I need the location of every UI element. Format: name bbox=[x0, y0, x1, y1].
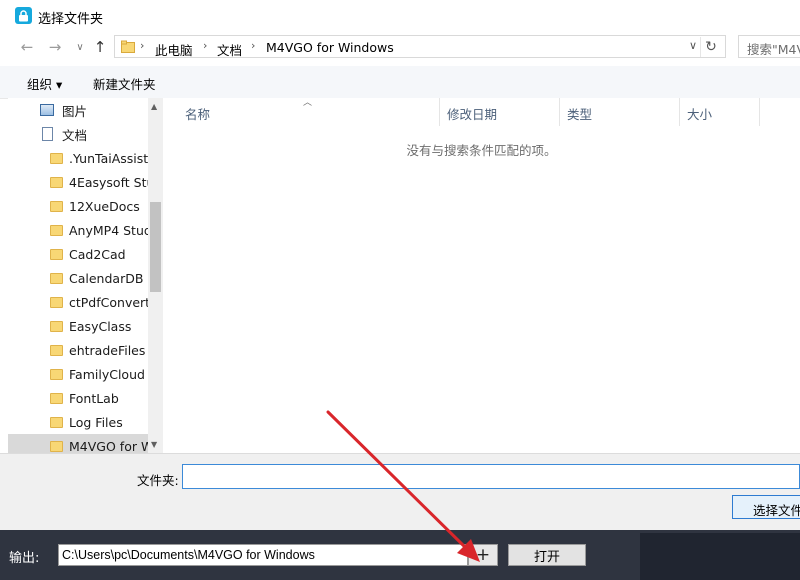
column-label: 类型 bbox=[567, 107, 593, 122]
scroll-down-icon[interactable]: ▼ bbox=[151, 440, 157, 449]
tree-item-label: .YunTaiAssist bbox=[69, 150, 148, 166]
tree-item-label: AnyMP4 Stud bbox=[69, 222, 148, 238]
tree-item-folder[interactable]: ehtradeFiles bbox=[8, 338, 148, 362]
tree-item-label: EasyClass bbox=[69, 318, 132, 334]
tree-item-folder[interactable]: Log Files bbox=[8, 410, 148, 434]
folder-icon bbox=[50, 296, 63, 308]
folder-icon bbox=[50, 440, 63, 452]
tree-item-folder[interactable]: .YunTaiAssist bbox=[8, 146, 148, 170]
breadcrumb-this-pc[interactable]: 此电脑 bbox=[155, 40, 193, 59]
tree-item-label: M4VGO for W bbox=[69, 438, 148, 454]
open-button[interactable]: 打开 bbox=[508, 544, 586, 566]
breadcrumb-separator: › bbox=[251, 39, 256, 52]
column-label: 修改日期 bbox=[447, 107, 498, 122]
tree-item-label: 12XueDocs bbox=[69, 198, 140, 214]
empty-message: 没有与搜索条件匹配的项。 bbox=[406, 143, 557, 158]
tree-item-label: ctPdfConvert bbox=[69, 294, 148, 310]
recent-dropdown-icon[interactable]: ∨ bbox=[70, 37, 90, 57]
tree-item-folder[interactable]: EasyClass bbox=[8, 314, 148, 338]
breadcrumb-separator: › bbox=[203, 39, 208, 52]
tree-item-folder[interactable]: CalendarDB bbox=[8, 266, 148, 290]
folder-icon bbox=[121, 40, 135, 57]
folder-label: 文件夹: bbox=[137, 473, 179, 488]
tree-item-label: CalendarDB bbox=[69, 270, 144, 286]
tree-scrollbar[interactable]: ▲ ▼ bbox=[148, 98, 163, 453]
tree-item-pictures[interactable]: 图片 bbox=[8, 98, 148, 122]
forward-arrow-icon[interactable]: → bbox=[45, 37, 65, 57]
navigation-bar: ← → ∨ ↑ › 此电脑 › 文档 › M4VGO for Windows ∨… bbox=[0, 33, 800, 61]
browse-plus-button[interactable]: + bbox=[468, 544, 498, 566]
tree-item-label: 图片 bbox=[62, 103, 88, 119]
folder-icon bbox=[50, 272, 63, 284]
folder-icon bbox=[50, 224, 63, 236]
documents-library-icon bbox=[42, 127, 53, 141]
breadcrumb-documents[interactable]: 文档 bbox=[217, 40, 242, 59]
address-dropdown-icon[interactable]: ∨ bbox=[689, 39, 697, 52]
toolbar: 组织 ▾ 新建文件夹 bbox=[0, 66, 800, 99]
tree-item-folder[interactable]: 4Easysoft Stu bbox=[8, 170, 148, 194]
title-bar: 选择文件夹 bbox=[0, 0, 800, 31]
up-arrow-icon[interactable]: ↑ bbox=[90, 37, 110, 57]
tree-item-label: FontLab bbox=[69, 390, 119, 406]
tree-item-label: 文档 bbox=[62, 127, 88, 143]
dialog-footer: 文件夹: 选择文件夹 bbox=[0, 453, 800, 530]
pictures-library-icon bbox=[40, 104, 54, 116]
file-list: ︿ 名称 修改日期 类型 大小 没有与搜索条件匹配的项。 bbox=[163, 98, 800, 453]
new-folder-button[interactable]: 新建文件夹 bbox=[93, 74, 156, 93]
column-header-name[interactable]: 名称 bbox=[163, 98, 440, 126]
tree-item-label: 4Easysoft Stu bbox=[69, 174, 148, 190]
tree-item-label: Cad2Cad bbox=[69, 246, 126, 262]
scrollbar-thumb[interactable] bbox=[150, 202, 161, 292]
select-folder-button[interactable]: 选择文件夹 bbox=[732, 495, 800, 519]
column-header-type[interactable]: 类型 bbox=[560, 98, 680, 126]
breadcrumb-separator: › bbox=[140, 39, 145, 52]
tree-item-folder[interactable]: AnyMP4 Stud bbox=[8, 218, 148, 242]
folder-icon bbox=[50, 392, 63, 404]
output-path-field[interactable]: C:\Users\pc\Documents\M4VGO for Windows bbox=[58, 544, 468, 566]
column-label: 名称 bbox=[185, 107, 211, 122]
tree-item-documents[interactable]: 文档 bbox=[8, 122, 148, 146]
dark-panel bbox=[640, 533, 800, 580]
column-label: 大小 bbox=[687, 107, 713, 122]
column-header-modified[interactable]: 修改日期 bbox=[440, 98, 560, 126]
tree-item-folder[interactable]: 12XueDocs bbox=[8, 194, 148, 218]
navigation-pane: 图片 文档 .YunTaiAssist 4Easysoft Stu 12XueD… bbox=[8, 98, 163, 458]
address-bar[interactable]: › 此电脑 › 文档 › M4VGO for Windows ∨ ↻ bbox=[114, 35, 726, 58]
folder-icon bbox=[50, 248, 63, 260]
back-arrow-icon[interactable]: ← bbox=[17, 37, 37, 57]
folder-icon bbox=[50, 416, 63, 428]
search-input[interactable]: 搜索"M4VGO for Windows" bbox=[738, 35, 800, 58]
breadcrumb-m4vgo[interactable]: M4VGO for Windows bbox=[266, 40, 394, 55]
scroll-up-icon[interactable]: ▲ bbox=[151, 102, 157, 111]
folder-icon bbox=[50, 200, 63, 212]
organize-menu[interactable]: 组织 ▾ bbox=[27, 74, 62, 93]
folder-icon bbox=[50, 152, 63, 164]
tree-item-folder[interactable]: FamilyCloud bbox=[8, 362, 148, 386]
dialog-title: 选择文件夹 bbox=[38, 12, 104, 27]
folder-icon bbox=[50, 368, 63, 380]
folder-icon bbox=[50, 176, 63, 188]
lock-icon bbox=[15, 7, 32, 24]
tree-item-label: ehtradeFiles bbox=[69, 342, 146, 358]
tree-item-folder[interactable]: Cad2Cad bbox=[8, 242, 148, 266]
folder-picker-dialog: 选择文件夹 ← → ∨ ↑ › 此电脑 › 文档 › M4VGO for Win… bbox=[0, 0, 800, 530]
tree-item-label: FamilyCloud bbox=[69, 366, 145, 382]
tree-item-label: Log Files bbox=[69, 414, 123, 430]
refresh-icon[interactable]: ↻ bbox=[700, 37, 721, 57]
tree-item-folder[interactable]: FontLab bbox=[8, 386, 148, 410]
folder-icon bbox=[50, 320, 63, 332]
folder-icon bbox=[50, 344, 63, 356]
folder-input[interactable] bbox=[182, 464, 800, 489]
output-label: 输出: bbox=[9, 551, 40, 566]
tree-item-folder[interactable]: ctPdfConvert bbox=[8, 290, 148, 314]
column-header-size[interactable]: 大小 bbox=[680, 98, 760, 126]
